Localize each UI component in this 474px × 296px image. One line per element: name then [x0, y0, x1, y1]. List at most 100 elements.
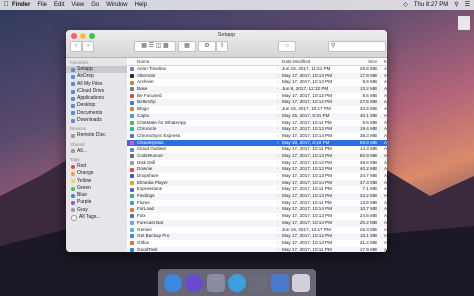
disclosure-arrow-icon[interactable]: ›	[277, 227, 279, 234]
tag-orange[interactable]: Orange	[66, 170, 127, 177]
table-row[interactable]: Alternote › May 17, 2017, 10:13 PM 17.9 MB A…	[127, 72, 387, 80]
siri-icon[interactable]	[185, 273, 204, 292]
spotlight-icon[interactable]: ⚲	[454, 0, 458, 10]
view-mode-buttons[interactable]: ▦ ☰ ◫ ▩	[134, 41, 176, 52]
menu-go[interactable]: Go	[91, 0, 99, 10]
sidebar-item-setapp[interactable]: Setapp	[66, 66, 127, 74]
tag-purple[interactable]: Purple	[66, 199, 127, 206]
disclosure-arrow-icon[interactable]: ›	[277, 66, 279, 73]
table-row[interactable]: Elmedia Player › May 17, 2017, 10:14 PM 37.…	[127, 179, 387, 187]
tag-gray[interactable]: Gray	[66, 207, 127, 214]
disclosure-arrow-icon[interactable]: ›	[277, 106, 279, 113]
apple-menu-icon[interactable]: 	[0, 0, 12, 10]
notification-center-icon[interactable]: ☰	[465, 0, 470, 10]
sidebar-item-desktop[interactable]: Desktop	[66, 102, 127, 109]
disclosure-arrow-icon[interactable]: ›	[277, 120, 279, 127]
menu-help[interactable]: Help	[135, 0, 147, 10]
sidebar-item-documents[interactable]: Documents	[66, 110, 127, 117]
tag-yellow[interactable]: Yellow	[66, 178, 127, 185]
tag-red[interactable]: Red	[66, 163, 127, 170]
table-row[interactable]: Cloud Outliner › May 17, 2017, 10:11 PM 14.…	[127, 146, 387, 153]
sidebar-item-applications[interactable]: Applications	[66, 95, 127, 102]
disclosure-arrow-icon[interactable]: ›	[277, 200, 279, 207]
tag-blue[interactable]: Blue	[66, 192, 127, 199]
arrange-button[interactable]: ▦	[178, 41, 196, 52]
disclosure-arrow-icon[interactable]: ›	[277, 146, 279, 153]
search-field[interactable]: ⚲	[328, 41, 386, 52]
table-row[interactable]: Gemini›Jun 19, 2017, 12:17 PM26.3 MBAppl…	[127, 227, 387, 234]
disclosure-arrow-icon[interactable]: ›	[277, 233, 279, 240]
disclosure-arrow-icon[interactable]: ›	[277, 173, 279, 180]
table-row[interactable]: ForLoad›May 17, 2017, 10:14 PM10.7 MBApp…	[127, 206, 387, 214]
disclosure-arrow-icon[interactable]: ›	[277, 247, 279, 252]
table-row[interactable]: Get Backup Pro › May 17, 2017, 10:12 PM 16.…	[127, 233, 387, 240]
disclosure-arrow-icon[interactable]: ›	[277, 99, 279, 106]
column-size[interactable]: Size	[337, 58, 377, 65]
menu-finder[interactable]: Finder	[12, 0, 30, 10]
disclosure-arrow-icon[interactable]: ›	[277, 93, 279, 100]
disclosure-arrow-icon[interactable]: ›	[277, 133, 279, 140]
table-row[interactable]: Be Focused › May 17, 2017, 10:12 PM 8.5 MB A…	[127, 93, 387, 100]
table-row[interactable]: Aeon Timeline › Jun 16, 2017, 11:51 PM 28.6…	[127, 66, 387, 73]
sidebar-item-icloud-drive[interactable]: iCloud Drive	[66, 88, 127, 95]
table-row[interactable]: Capto›May 25, 2017, 9:31 PM40.1 MBApplic…	[127, 112, 387, 120]
disclosure-arrow-icon[interactable]: ›	[277, 206, 279, 213]
forward-button[interactable]: ›	[82, 41, 94, 52]
table-row[interactable]: CodeRunner › May 17, 2017, 10:13 PM 60.9 MB…	[127, 152, 387, 160]
back-button[interactable]: ‹	[70, 41, 82, 52]
disclosure-arrow-icon[interactable]: ›	[277, 113, 279, 120]
table-row[interactable]: ChatMate for WhatsApp › May 17, 2017, 10:1…	[127, 120, 387, 127]
share-button[interactable]: ⇧	[216, 41, 228, 52]
table-row[interactable]: Gitfox›May 17, 2017, 10:13 PM31.4 MBAppl…	[127, 240, 387, 247]
disclosure-arrow-icon[interactable]: ›	[277, 240, 279, 247]
tags-button[interactable]: ○	[278, 41, 296, 52]
table-row[interactable]: Archiver›May 17, 2017, 10:13 PM9.6 MBApp…	[127, 79, 387, 86]
action-button[interactable]: ⚙	[198, 41, 216, 52]
tag-green[interactable]: Green	[66, 185, 127, 192]
disclosure-arrow-icon[interactable]: ›	[277, 186, 279, 193]
trash-icon[interactable]	[292, 273, 311, 292]
table-row[interactable]: Forecast Bar › May 17, 2017, 10:13 PM 20.2 …	[127, 219, 387, 227]
menu-window[interactable]: Window	[106, 0, 127, 10]
sidebar-item-downloads[interactable]: Downloads	[66, 117, 127, 124]
table-row[interactable]: CleanMyMac › May 30, 2017, 6:18 PM 59.8 MB A…	[127, 139, 387, 147]
desktop-file-icon[interactable]	[458, 16, 470, 30]
table-row[interactable]: Blogo›Jun 15, 2017, 10:17 PM33.6 MBAppli…	[127, 106, 387, 113]
table-row[interactable]: GoodTask›May 17, 2017, 10:11 PM17.9 MBAp…	[127, 246, 387, 252]
column-kind[interactable]: Kind	[384, 58, 387, 65]
table-row[interactable]: BetterZip › May 17, 2017, 10:12 PM 27.5 MB A…	[127, 99, 387, 107]
safari-icon[interactable]	[227, 273, 246, 292]
sidebar-item-airdrop[interactable]: AirDrop	[66, 73, 127, 80]
table-row[interactable]: ChronoSync Express › May 17, 2017, 10:14 P…	[127, 133, 387, 140]
table-row[interactable]: Dropshare › May 17, 2017, 10:13 PM 34.7 MB A…	[127, 173, 387, 180]
tag-all-tags[interactable]: All Tags...	[66, 214, 127, 221]
menu-file[interactable]: File	[37, 0, 47, 10]
table-row[interactable]: Findings›May 17, 2017, 10:13 PM43.2 MBAp…	[127, 193, 387, 200]
sidebar-item-remote-disc[interactable]: Remote Disc	[66, 132, 127, 139]
finder-icon[interactable]	[163, 273, 182, 292]
disclosure-arrow-icon[interactable]: ›	[277, 220, 279, 227]
menu-view[interactable]: View	[71, 0, 84, 10]
disclosure-arrow-icon[interactable]: ›	[277, 73, 279, 80]
table-row[interactable]: Chronicle › May 17, 2017, 10:13 PM 18.4 MB A…	[127, 126, 387, 133]
sidebar-item-all-my-files[interactable]: All My Files	[66, 81, 127, 88]
disclosure-arrow-icon[interactable]: ›	[277, 180, 279, 187]
system-preferences-icon[interactable]	[249, 273, 268, 292]
disclosure-arrow-icon[interactable]: ›	[277, 140, 279, 147]
sidebar-item-shared-all[interactable]: All...	[66, 148, 127, 155]
disclosure-arrow-icon[interactable]: ›	[277, 166, 279, 173]
disclosure-arrow-icon[interactable]: ›	[277, 126, 279, 133]
disclosure-arrow-icon[interactable]: ›	[277, 160, 279, 167]
disclosure-arrow-icon[interactable]: ›	[277, 153, 279, 160]
table-row[interactable]: Base›Jun 8, 2017, 12:32 PM13.2 MBApplica…	[127, 86, 387, 93]
clock[interactable]: Thu 8:27 PM	[414, 0, 448, 10]
preview-icon[interactable]	[270, 273, 289, 292]
launchpad-icon[interactable]	[206, 273, 225, 292]
table-row[interactable]: Expressions › May 17, 2017, 10:11 PM 7.1 MB…	[127, 186, 387, 193]
disclosure-arrow-icon[interactable]: ›	[277, 213, 279, 220]
wifi-icon[interactable]: ◇	[403, 0, 408, 10]
column-name[interactable]: Name	[137, 58, 267, 65]
table-row[interactable]: Disk Drill › May 17, 2017, 10:12 PM 48.6 MB…	[127, 160, 387, 167]
table-row[interactable]: Folx›May 17, 2017, 10:13 PM24.5 MBApplic…	[127, 213, 387, 220]
table-row[interactable]: Downie›May 17, 2017, 10:12 PM40.2 MBAppl…	[127, 166, 387, 173]
